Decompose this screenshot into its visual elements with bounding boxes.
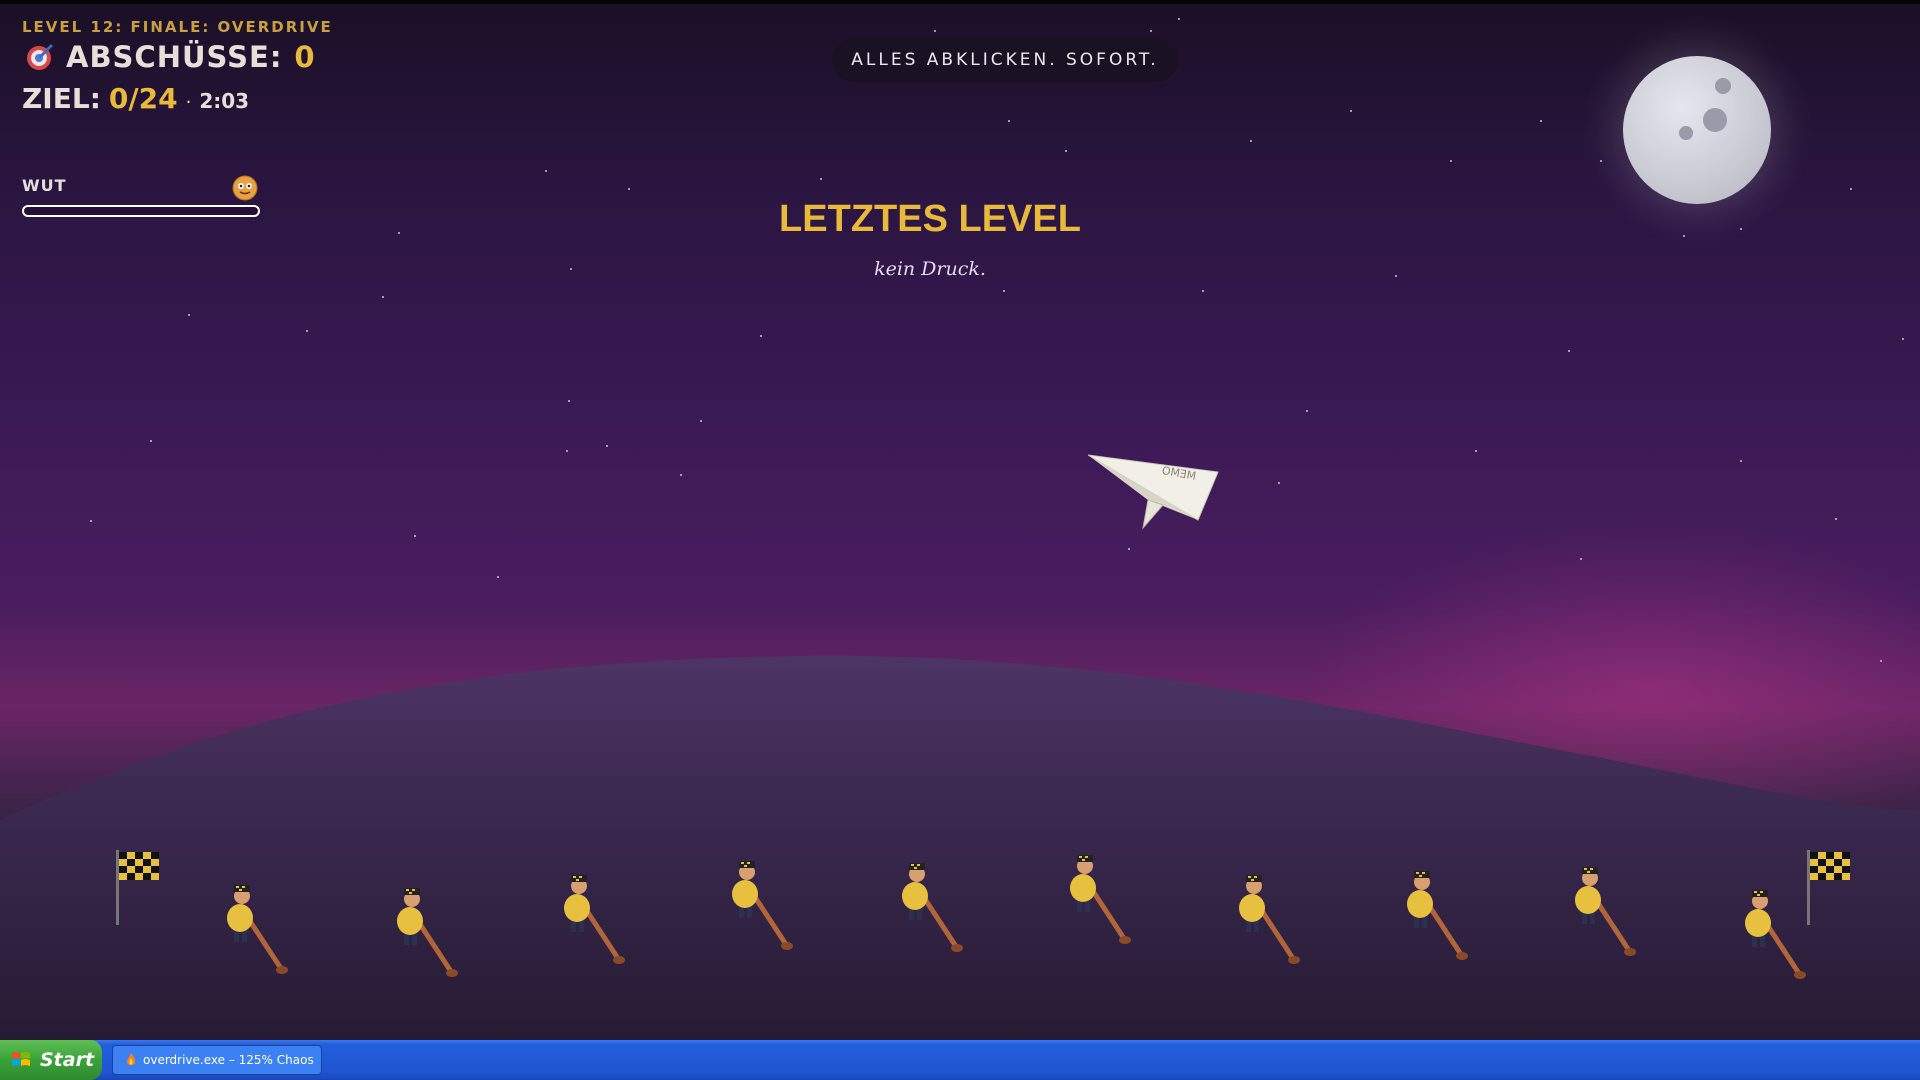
star xyxy=(566,450,568,452)
smiley-face-icon xyxy=(232,175,258,201)
star xyxy=(1740,228,1742,230)
level-title: LEVEL 12: FINALE: OVERDRIVE xyxy=(22,18,333,36)
star xyxy=(1850,188,1852,190)
instruction-banner: ALLES ABKLICKEN. SOFORT. xyxy=(832,38,1178,82)
alphorn-player[interactable] xyxy=(895,858,965,958)
shots-value: 0 xyxy=(294,40,315,74)
level-heading: LETZTES LEVEL xyxy=(779,198,1081,240)
checkered-flag-icon xyxy=(116,850,159,925)
alphorn-player[interactable] xyxy=(725,856,795,956)
star xyxy=(398,232,400,234)
star xyxy=(1278,482,1280,484)
star xyxy=(570,268,572,270)
moon-crater xyxy=(1679,126,1693,140)
star xyxy=(1008,120,1010,122)
windows-logo-icon xyxy=(12,1052,30,1066)
star xyxy=(700,420,702,422)
star xyxy=(820,178,822,180)
alphorn-player[interactable] xyxy=(390,883,460,983)
star xyxy=(628,188,630,190)
star xyxy=(1683,235,1685,237)
paper-plane[interactable]: MEMO xyxy=(1088,450,1223,535)
star xyxy=(188,314,190,316)
star xyxy=(568,400,570,402)
moon-crater xyxy=(1703,108,1727,132)
star xyxy=(1740,460,1742,462)
goal-separator: · xyxy=(185,92,192,113)
game-scene[interactable]: MEMO xyxy=(0,0,1920,1040)
alphorn-player[interactable] xyxy=(1738,885,1808,985)
moon-crater xyxy=(1715,78,1731,94)
level-subheading: kein Druck. xyxy=(874,258,986,280)
star xyxy=(1395,275,1397,277)
star xyxy=(1178,18,1180,20)
star xyxy=(545,170,547,172)
star xyxy=(90,520,92,522)
star xyxy=(1902,338,1904,340)
star xyxy=(934,30,936,32)
alphorn-player[interactable] xyxy=(1400,866,1470,966)
alphorn-player[interactable] xyxy=(1232,870,1302,970)
checkered-flag-icon xyxy=(1807,850,1850,925)
timer: 2:03 xyxy=(199,89,250,113)
star xyxy=(497,576,499,578)
flame-icon xyxy=(126,1053,136,1066)
start-button[interactable]: Start xyxy=(0,1040,102,1080)
star xyxy=(1003,290,1005,292)
moon xyxy=(1623,56,1771,204)
taskbar-item-overdrive[interactable]: overdrive.exe – 125% Chaos xyxy=(112,1045,322,1075)
star xyxy=(760,335,762,337)
star xyxy=(680,474,682,476)
star xyxy=(306,330,308,332)
goal-counter: ZIEL: 0/24 · 2:03 xyxy=(22,82,249,115)
star xyxy=(1475,450,1477,452)
shots-label: ABSCHÜSSE: xyxy=(66,40,283,74)
goal-value: 0/24 xyxy=(108,82,178,115)
goal-label: ZIEL: xyxy=(22,82,101,115)
star xyxy=(1250,140,1252,142)
top-border xyxy=(0,0,1920,4)
star xyxy=(1540,120,1542,122)
alphorn-player[interactable] xyxy=(220,880,290,980)
star xyxy=(1600,160,1602,162)
shots-counter: ABSCHÜSSE: 0 xyxy=(24,40,315,74)
rage-meter xyxy=(22,205,260,217)
alphorn-player[interactable] xyxy=(557,870,627,970)
target-icon xyxy=(27,43,54,70)
star xyxy=(150,440,152,442)
star xyxy=(1568,350,1570,352)
star xyxy=(382,296,384,298)
star xyxy=(1202,290,1204,292)
alphorn-player[interactable] xyxy=(1063,850,1133,950)
star xyxy=(606,445,608,447)
taskbar: Start overdrive.exe – 125% Chaos xyxy=(0,1040,1920,1080)
taskbar-item-label: overdrive.exe – 125% Chaos xyxy=(143,1053,314,1067)
start-label: Start xyxy=(40,1049,95,1071)
star xyxy=(1350,110,1352,112)
star xyxy=(414,535,416,537)
star xyxy=(1306,410,1308,412)
star xyxy=(1128,548,1130,550)
star xyxy=(1450,160,1452,162)
star xyxy=(1150,30,1152,32)
hill xyxy=(0,655,1920,1040)
rage-label: WUT xyxy=(22,176,67,195)
star xyxy=(1065,150,1067,152)
alphorn-player[interactable] xyxy=(1568,862,1638,962)
